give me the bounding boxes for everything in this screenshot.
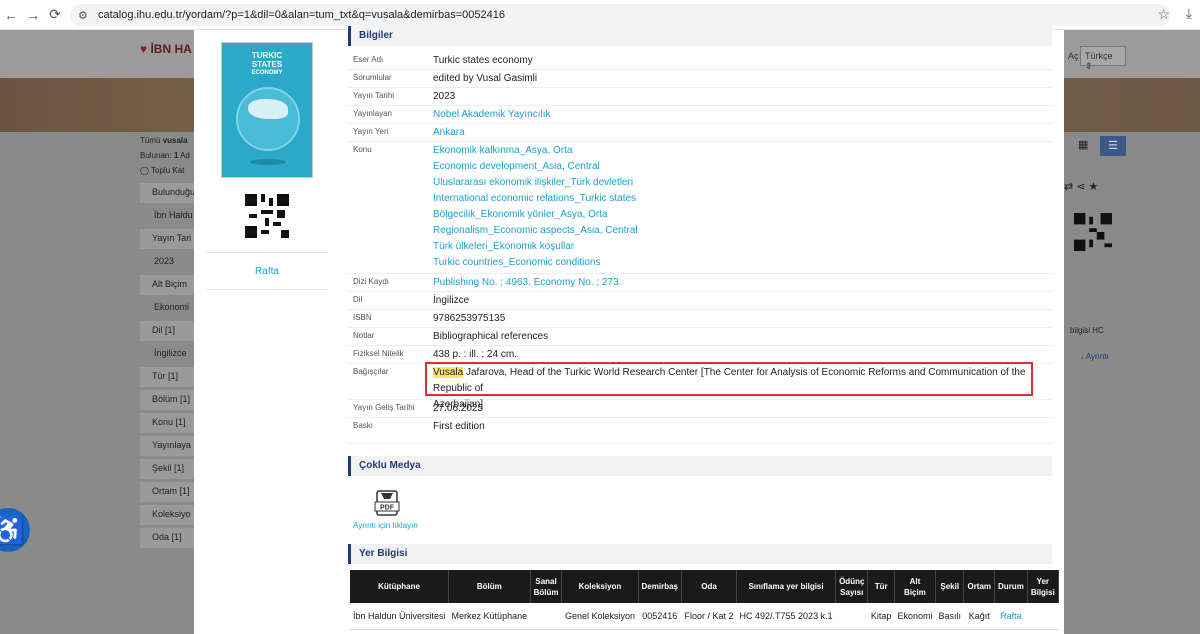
list-view-icon[interactable]: ☰ — [1100, 136, 1126, 156]
subject-link[interactable]: Türk ülkeleri_Ekonomik koşullar — [433, 239, 638, 255]
svg-text:PDF: PDF — [380, 505, 395, 512]
annotation-red-box — [425, 362, 1033, 396]
facet-sekil[interactable]: Şekil [1] — [140, 459, 196, 479]
section-yer-bilgisi: Yer Bilgisi — [348, 544, 1052, 564]
col-oda: Oda — [681, 570, 738, 603]
row-eser-adi: Eser Adı Turkic states economy — [348, 52, 1052, 70]
row-isbn: ISBN 9786253975135 — [348, 310, 1052, 328]
bulk-toggle[interactable]: ◯ Toplu Kat — [140, 166, 196, 175]
place-link[interactable]: Ankara — [433, 125, 465, 141]
subject-link[interactable]: International economic relations_Turkic … — [433, 191, 638, 207]
reload-icon[interactable]: ⟳ — [44, 4, 66, 26]
subject-link[interactable]: Uluslararası ekonomik ilişkiler_Türk dev… — [433, 175, 638, 191]
row-dizi-kaydi: Dizi Kaydı Publishing No. ; 4963. Econom… — [348, 274, 1052, 292]
language-label: Aç — [1068, 51, 1079, 61]
url-text: catalog.ihu.edu.tr/yordam/?p=1&dil=0&ala… — [98, 9, 505, 21]
col-alt-bicim: Alt Biçim — [894, 570, 936, 603]
found-count: Bulunan: 1 Ad — [140, 151, 190, 160]
facet-bolum[interactable]: Bölüm [1] — [140, 390, 196, 410]
col-koleksiyon: Koleksiyon — [561, 570, 639, 603]
facet-yayinlayan[interactable]: Yayınlaya — [140, 436, 196, 456]
facet-yayin-tarihi-value[interactable]: 2023 — [140, 252, 196, 272]
status-rafta-link[interactable]: Rafta — [994, 603, 1028, 630]
col-sekil: Şekil — [935, 570, 965, 603]
facet-koleksiyon[interactable]: Koleksiyo — [140, 505, 196, 525]
holdings-table: Kütüphane Bölüm Sanal Bölüm Koleksiyon D… — [350, 570, 1059, 630]
publisher-link[interactable]: Nobel Akademik Yayıncılık — [433, 107, 550, 123]
address-bar[interactable]: ⚙ catalog.ihu.edu.tr/yordam/?p=1&dil=0&a… — [70, 4, 1170, 26]
record-detail-modal: TURKIC STATES ECONOMY Rafta Bilgiler Ese… — [194, 26, 1064, 634]
table-header-row: Kütüphane Bölüm Sanal Bölüm Koleksiyon D… — [350, 570, 1059, 603]
col-yer-bilgisi: Yer Bilgisi — [1027, 570, 1059, 603]
cover-title: TURKIC STATES ECONOMY — [251, 51, 283, 76]
facet-bulundugu[interactable]: Bulunduğu — [140, 183, 196, 203]
facet-alt-bicim-value[interactable]: Ekonomi — [140, 298, 196, 318]
facet-oda[interactable]: Oda [1] — [140, 528, 196, 548]
qr-code-icon — [1074, 213, 1112, 251]
col-bolum: Bölüm — [448, 570, 531, 603]
pdf-icon[interactable]: PDF — [373, 490, 401, 516]
facet-konu[interactable]: Konu [1] — [140, 413, 196, 433]
qr-code-icon — [245, 194, 289, 238]
col-demirbas: Demirbaş — [638, 570, 682, 603]
col-tur: Tür — [867, 570, 895, 603]
book-cover-image: TURKIC STATES ECONOMY — [221, 42, 313, 178]
subject-link[interactable]: Turkic countries_Economic conditions — [433, 255, 638, 271]
row-baski: Baskı First edition — [348, 418, 1052, 444]
back-icon[interactable]: ← — [0, 4, 22, 26]
facet-ortam[interactable]: Ortam [1] — [140, 482, 196, 502]
col-ortam: Ortam — [963, 570, 996, 603]
divider — [206, 289, 328, 290]
row-dil: Dil İngilizce — [348, 292, 1052, 310]
facet-alt-bicim[interactable]: Alt Biçim — [140, 275, 196, 295]
col-odunc-sayisi: Ödünç Sayısı — [835, 570, 869, 603]
availability-link[interactable]: Rafta — [206, 266, 328, 277]
site-info-icon[interactable]: ⚙ — [78, 9, 94, 22]
table-row: İbn Haldun Üniversitesi Merkez Kütüphane… — [350, 603, 1059, 630]
subject-link[interactable]: Regionalism_Economic aspects_Asia, Centr… — [433, 223, 638, 239]
facet-dil-value[interactable]: İngilizce — [140, 344, 196, 364]
row-yayinlayan: Yayınlayan Nobel Akademik Yayıncılık — [348, 106, 1052, 124]
col-siniflama: Sınıflama yer bilgisi — [736, 570, 837, 603]
right-yer-bilgisi: bilgisi HC — [1070, 326, 1104, 335]
forward-icon[interactable]: → — [22, 4, 44, 26]
facet-tur[interactable]: Tür [1] — [140, 367, 196, 387]
download-icon[interactable]: ⤓ — [1186, 5, 1192, 22]
multimedia-detail-link[interactable]: Ayrıntı için tıklayın — [353, 521, 418, 530]
row-yayin-gelis-tarihi: Yayın Geliş Tarihi 27.06.2025 — [348, 400, 1052, 418]
row-yayin-yeri: Yayın Yeri Ankara — [348, 124, 1052, 142]
right-ayrinti-link[interactable]: ↓ Ayrıntı — [1080, 352, 1109, 361]
subject-link[interactable]: Ekonomik kalkınma_Asya, Orta — [433, 143, 638, 159]
subject-link[interactable]: Bölgecilik_Ekonomik yönler_Asya, Orta — [433, 207, 638, 223]
subject-link[interactable]: Economic development_Asia, Central — [433, 159, 638, 175]
series-link[interactable]: Publishing No. ; 4963. Economy No. ; 273… — [433, 275, 621, 291]
col-kutuphane: Kütüphane — [350, 570, 450, 603]
language-select[interactable]: Türkçe ⇕ — [1080, 46, 1126, 71]
row-notlar: Notlar Bibliographical references — [348, 328, 1052, 346]
share-icons[interactable]: ⇄ ⋖ ★ — [1064, 180, 1098, 193]
bookmark-star-icon[interactable]: ☆ — [1157, 6, 1170, 23]
facet-dil[interactable]: Dil [1] — [140, 321, 196, 341]
facet-sidebar: Tümü vusala Bulunan: 1 Ad ◯ Toplu Kat Bu… — [140, 136, 196, 551]
search-summary: Tümü vusala — [140, 136, 188, 145]
facet-bulundugu-value[interactable]: İbn Haldu — [140, 206, 196, 226]
row-konu: Konu Ekonomik kalkınma_Asya, Orta Econom… — [348, 142, 1052, 274]
col-durum: Durum — [994, 570, 1028, 603]
section-coklu-medya: Çoklu Medya — [348, 456, 1052, 476]
facet-yayin-tarihi[interactable]: Yayın Tari — [140, 229, 196, 249]
divider — [206, 252, 328, 253]
col-sanal-bolum: Sanal Bölüm — [530, 570, 563, 603]
row-yayin-tarihi: Yayın Tarihi 2023 — [348, 88, 1052, 106]
section-bilgiler: Bilgiler — [348, 26, 1052, 46]
row-sorumlular: Sorumlular edited by Vusal Gasimli — [348, 70, 1052, 88]
site-logo[interactable]: ♥ İBN HA — [140, 42, 192, 56]
grid-view-icon[interactable]: ▦ — [1078, 138, 1096, 156]
